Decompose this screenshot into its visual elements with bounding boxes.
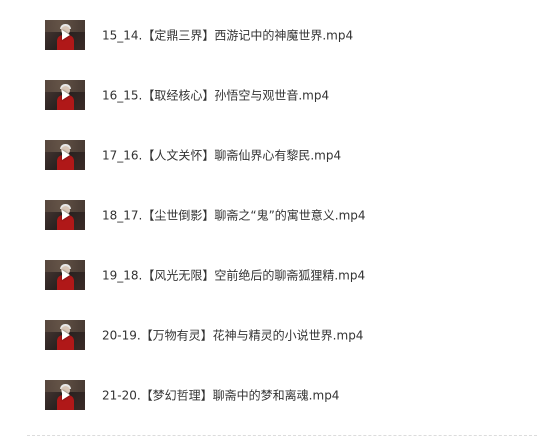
file-name[interactable]: 20-19.【万物有灵】花神与精灵的小说世界.mp4: [102, 327, 363, 344]
file-item[interactable]: 18_17.【尘世倒影】聊斋之“鬼”的寓世意义.mp4: [45, 200, 366, 230]
file-item[interactable]: 17_16.【人文关怀】聊斋仙界心有黎民.mp4: [45, 140, 341, 170]
video-play-icon: [62, 30, 70, 40]
file-name[interactable]: 16_15.【取经核心】孙悟空与观世音.mp4: [102, 87, 329, 104]
video-play-icon: [62, 390, 70, 400]
file-item[interactable]: 19_18.【风光无限】空前绝后的聊斋狐狸精.mp4: [45, 260, 365, 290]
file-list: 15_14.【定鼎三界】西游记中的神魔世界.mp4 16_15.【取经核心】孙悟…: [0, 0, 542, 436]
file-name[interactable]: 15_14.【定鼎三界】西游记中的神魔世界.mp4: [102, 27, 353, 44]
video-play-icon: [62, 150, 70, 160]
file-item[interactable]: 16_15.【取经核心】孙悟空与观世音.mp4: [45, 80, 329, 110]
file-name[interactable]: 17_16.【人文关怀】聊斋仙界心有黎民.mp4: [102, 147, 341, 164]
video-thumbnail[interactable]: [45, 380, 85, 410]
file-item[interactable]: 15_14.【定鼎三界】西游记中的神魔世界.mp4: [45, 20, 353, 50]
video-thumbnail[interactable]: [45, 260, 85, 290]
video-play-icon: [62, 210, 70, 220]
file-item[interactable]: 21-20.【梦幻哲理】聊斋中的梦和离魂.mp4: [45, 380, 339, 410]
video-thumbnail[interactable]: [45, 200, 85, 230]
video-thumbnail[interactable]: [45, 20, 85, 50]
file-item[interactable]: 20-19.【万物有灵】花神与精灵的小说世界.mp4: [45, 320, 363, 350]
file-name[interactable]: 18_17.【尘世倒影】聊斋之“鬼”的寓世意义.mp4: [102, 207, 366, 224]
video-thumbnail[interactable]: [45, 80, 85, 110]
video-play-icon: [62, 270, 70, 280]
video-play-icon: [62, 90, 70, 100]
file-name[interactable]: 19_18.【风光无限】空前绝后的聊斋狐狸精.mp4: [102, 267, 365, 284]
video-thumbnail[interactable]: [45, 320, 85, 350]
video-thumbnail[interactable]: [45, 140, 85, 170]
video-play-icon: [62, 330, 70, 340]
file-name[interactable]: 21-20.【梦幻哲理】聊斋中的梦和离魂.mp4: [102, 387, 339, 404]
